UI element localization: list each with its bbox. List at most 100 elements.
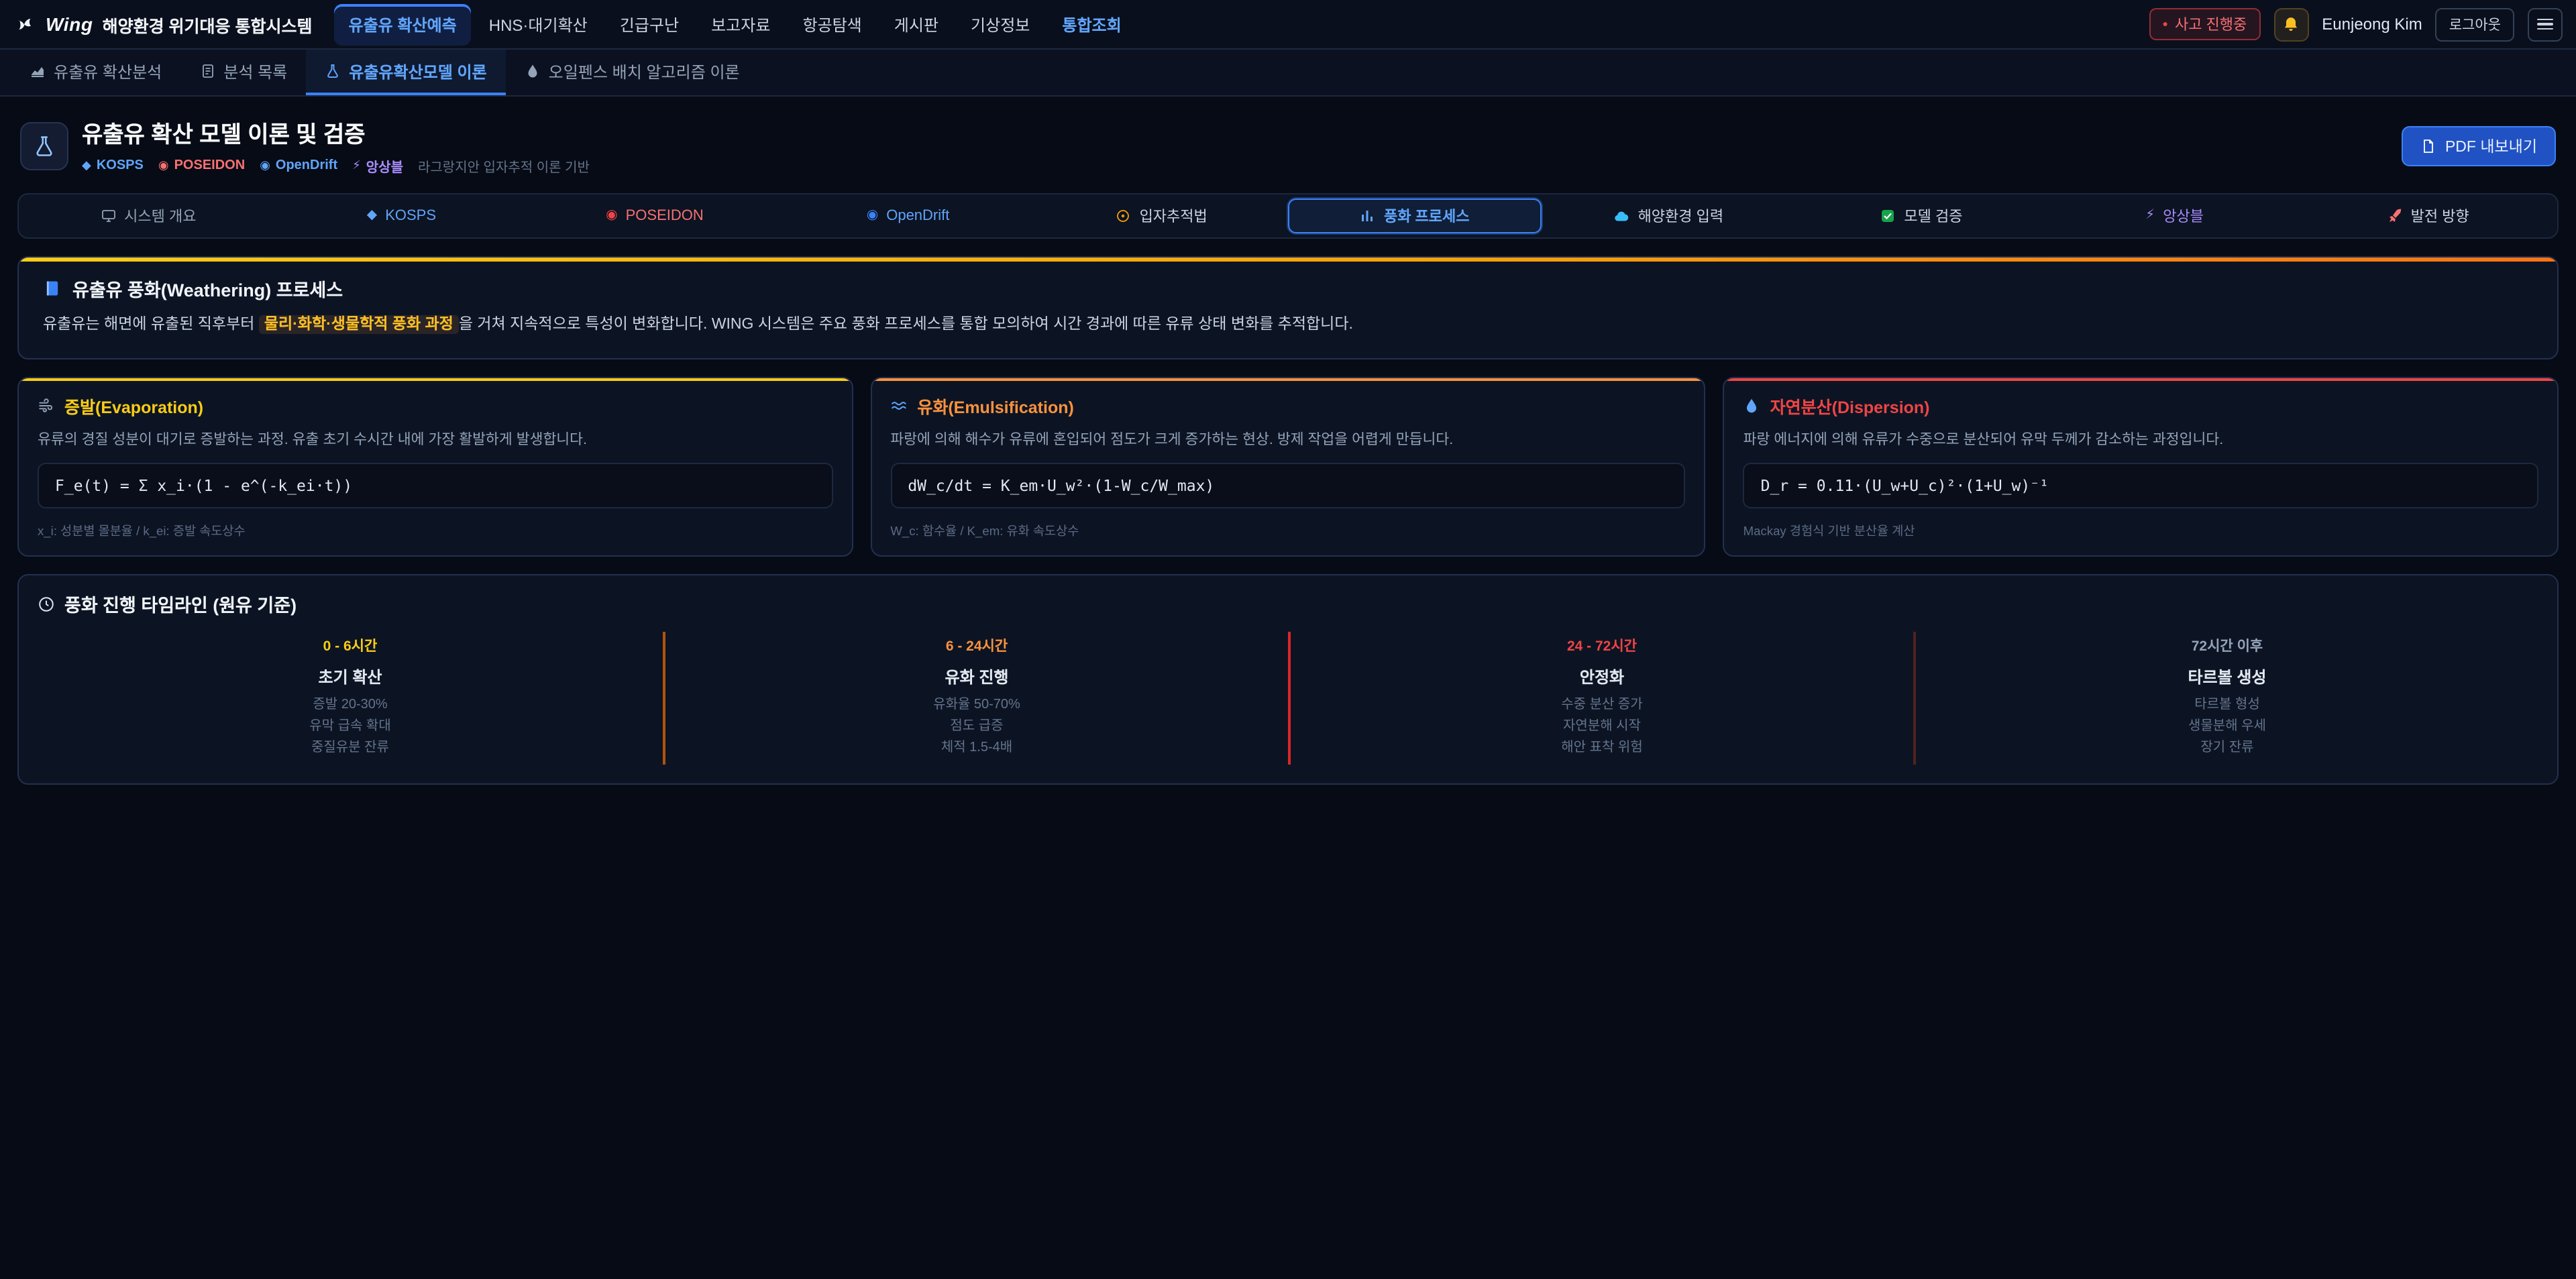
section-tab-weathering-process[interactable]: 풍화 프로세스 — [1288, 199, 1542, 233]
droplet-gray-icon — [525, 63, 541, 79]
section-tab-label: 시스템 개요 — [124, 205, 196, 227]
nav-item-integrated-search[interactable]: 통합조회 — [1047, 3, 1136, 45]
logout-button[interactable]: 로그아웃 — [2436, 7, 2514, 41]
timeline-phase-emulsification-progress: 6 - 24시간유화 진행유화율 50-70%점도 급증체적 1.5-4배 — [663, 632, 1288, 765]
process-card-description: 유류의 경질 성분이 대기로 증발하는 과정. 유출 초기 수시간 내에 가장 … — [38, 429, 833, 451]
section-tab-model-validation[interactable]: 모델 검증 — [1794, 199, 2048, 233]
tab-spill-model-theory[interactable]: 유출유확산모델 이론 — [306, 50, 505, 95]
section-tab-label: 풍화 프로세스 — [1384, 205, 1470, 227]
section-tab-kosps[interactable]: ◆ KOSPS — [275, 199, 529, 233]
chart-icon — [1360, 208, 1376, 224]
phase-detail: 수중 분산 증가 — [1304, 695, 1900, 716]
notifications-button[interactable] — [2273, 7, 2308, 41]
phase-detail: 해안 표착 위험 — [1304, 738, 1900, 759]
section-tab-system-overview[interactable]: 시스템 개요 — [21, 199, 275, 233]
tab-spill-analysis[interactable]: 유출유 확산분석 — [11, 50, 180, 95]
check-icon — [1880, 208, 1896, 224]
timeline-title: 풍화 진행 타임라인 (원유 기준) — [64, 590, 297, 617]
alert-dot-icon: ● — [2163, 19, 2168, 29]
incident-status-label: 사고 진행중 — [2175, 13, 2247, 35]
timeline-phase-initial-spread: 0 - 6시간초기 확산증발 20-30%유막 급속 확대중질유분 잔류 — [38, 632, 663, 765]
process-card-dispersion: 자연분산(Dispersion)파랑 에너지에 의해 유류가 수중으로 분산되어… — [1723, 377, 2559, 557]
diamond-icon: ◆ — [367, 209, 377, 223]
section-tab-label: 발전 방향 — [2411, 205, 2469, 227]
formula-note: W_c: 함수율 / K_em: 유화 속도상수 — [890, 520, 1685, 539]
section-tab-poseidon[interactable]: ◉POSEIDON — [528, 199, 782, 233]
section-tab-label: KOSPS — [385, 208, 436, 224]
phase-detail: 자연분해 시작 — [1304, 716, 1900, 738]
hamburger-menu-button[interactable] — [2528, 7, 2563, 41]
process-card-title: 유화(Emulsification) — [890, 393, 1685, 419]
top-navbar: Wing 해양환경 위기대응 통합시스템 유출유 확산예측HNS·대기확산긴급구… — [0, 0, 2576, 50]
section-tab-future-direction[interactable]: 발전 방향 — [2301, 199, 2555, 233]
phase-detail: 유화율 50-70% — [679, 695, 1275, 716]
section-tab-label: 앙상블 — [2163, 205, 2204, 227]
hamburger-icon — [2537, 15, 2553, 33]
model-badge-opendrift: ◉OpenDrift — [260, 158, 337, 173]
user-name: Eunjeong Kim — [2322, 15, 2422, 34]
app-logo[interactable]: Wing 해양환경 위기대응 통합시스템 — [16, 11, 313, 37]
formula-box: D_r = 0.11·(U_w+U_c)²·(1+U_w)⁻¹ — [1743, 463, 2538, 508]
wind-icon — [38, 397, 55, 414]
flask-small-icon — [325, 63, 341, 79]
badge-label: 앙상블 — [366, 156, 403, 176]
process-card-evaporation: 증발(Evaporation) 유류의 경질 성분이 대기로 증발하는 과정. 유… — [17, 377, 853, 557]
nav-item-board[interactable]: 게시판 — [879, 3, 953, 45]
model-badges: ◆KOSPS◉POSEIDON◉OpenDrift⚡앙상블라그랑지안 입자추적 … — [82, 156, 590, 176]
formula-note: x_i: 성분별 몰분율 / k_ei: 증발 속도상수 — [38, 520, 833, 539]
formula-box: F_e(t) = Σ x_i·(1 - e^(-k_ei·t)) — [38, 463, 833, 508]
incident-status-badge[interactable]: ● 사고 진행중 — [2149, 8, 2261, 40]
section-tab-ensemble[interactable]: ⚡ 앙상블 — [2048, 199, 2302, 233]
main-content: 유출유 확산 모델 이론 및 검증 ◆KOSPS◉POSEIDON◉OpenDr… — [0, 97, 2576, 785]
tab-label: 유출유확산모델 이론 — [349, 60, 486, 82]
timeline-phase-tarball-formation: 72시간 이후타르볼 생성타르볼 형성생물분해 우세장기 잔류 — [1913, 632, 2538, 765]
badge-label: OpenDrift — [276, 158, 337, 173]
formula-text: dW_c/dt = K_em·U_w²·(1-W_c/W_max) — [908, 476, 1214, 495]
nav-item-reports[interactable]: 보고자료 — [696, 3, 785, 45]
monitor-icon — [100, 208, 116, 224]
area-chart-icon — [30, 63, 46, 79]
formula-note: Mackay 경험식 기반 분산율 계산 — [1743, 520, 2538, 539]
weathering-title: 유출유 풍화(Weathering) 프로세스 — [72, 275, 343, 302]
phase-detail: 체적 1.5-4배 — [679, 738, 1275, 759]
section-tab-opendrift[interactable]: ◉OpenDrift — [782, 199, 1035, 233]
phase-detail: 중질유분 잔류 — [51, 738, 649, 759]
pdf-export-button[interactable]: PDF 내보내기 — [2402, 125, 2556, 166]
nav-item-emergency-rescue[interactable]: 긴급구난 — [605, 3, 694, 45]
nav-item-oil-spill-prediction[interactable]: 유출유 확산예측 — [334, 3, 472, 45]
process-card-grid: 증발(Evaporation) 유류의 경질 성분이 대기로 증발하는 과정. 유… — [17, 377, 2559, 557]
tab-analysis-list[interactable]: 분석 목록 — [180, 50, 306, 95]
section-tab-ocean-env-input[interactable]: 해양환경 입력 — [1542, 199, 1795, 233]
phase-name: 안정화 — [1304, 665, 1900, 688]
phase-detail: 점도 급증 — [679, 716, 1275, 738]
phase-detail: 증발 20-30% — [51, 695, 649, 716]
process-card-title: 자연분산(Dispersion) — [1743, 393, 2538, 419]
nav-item-weather-info[interactable]: 기상정보 — [956, 3, 1044, 45]
phase-name: 초기 확산 — [51, 665, 649, 688]
cloud-icon — [1613, 207, 1630, 225]
process-title-text: 증발(Evaporation) — [64, 393, 203, 419]
phase-time: 0 - 6시간 — [51, 636, 649, 656]
nav-item-aerial-search[interactable]: 항공탐색 — [788, 3, 876, 45]
page-header: 유출유 확산 모델 이론 및 검증 ◆KOSPS◉POSEIDON◉OpenDr… — [17, 113, 2559, 176]
tab-label: 오일펜스 배치 알고리즘 이론 — [549, 60, 740, 82]
model-badge-앙상블: ⚡앙상블 — [352, 156, 403, 176]
formula-text: F_e(t) = Σ x_i·(1 - e^(-k_ei·t)) — [55, 476, 352, 495]
target-icon — [1116, 208, 1132, 224]
tab-oilfence-algorithm-theory[interactable]: 오일펜스 배치 알고리즘 이론 — [506, 50, 759, 95]
nav-item-hns-air-dispersion[interactable]: HNS·대기확산 — [474, 3, 602, 45]
phase-detail: 타르볼 형성 — [1929, 695, 2525, 716]
formula-text: D_r = 0.11·(U_w+U_c)²·(1+U_w)⁻¹ — [1761, 476, 2049, 495]
logo-text: Wing — [46, 13, 93, 35]
weathering-description: 유출유는 해면에 유출된 직후부터 물리·화학·생물학적 풍화 과정을 거쳐 지… — [43, 314, 2533, 338]
page-title: 유출유 확산 모델 이론 및 검증 — [82, 115, 590, 149]
phase-name: 유화 진행 — [679, 665, 1275, 688]
app-title: 해양환경 위기대응 통합시스템 — [103, 11, 313, 37]
weathering-highlight: 물리·화학·생물학적 풍화 과정 — [259, 315, 459, 334]
bell-icon — [2282, 15, 2300, 33]
bolt-icon: ⚡ — [2145, 209, 2155, 223]
section-tab-label: POSEIDON — [626, 208, 704, 224]
section-tab-particle-tracking[interactable]: 입자추적법 — [1034, 199, 1288, 233]
process-card-description: 파랑에 의해 해수가 유류에 혼입되어 점도가 크게 증가하는 현상. 방제 작… — [890, 429, 1685, 451]
page-subtitle: 라그랑지안 입자추적 이론 기반 — [418, 156, 590, 176]
